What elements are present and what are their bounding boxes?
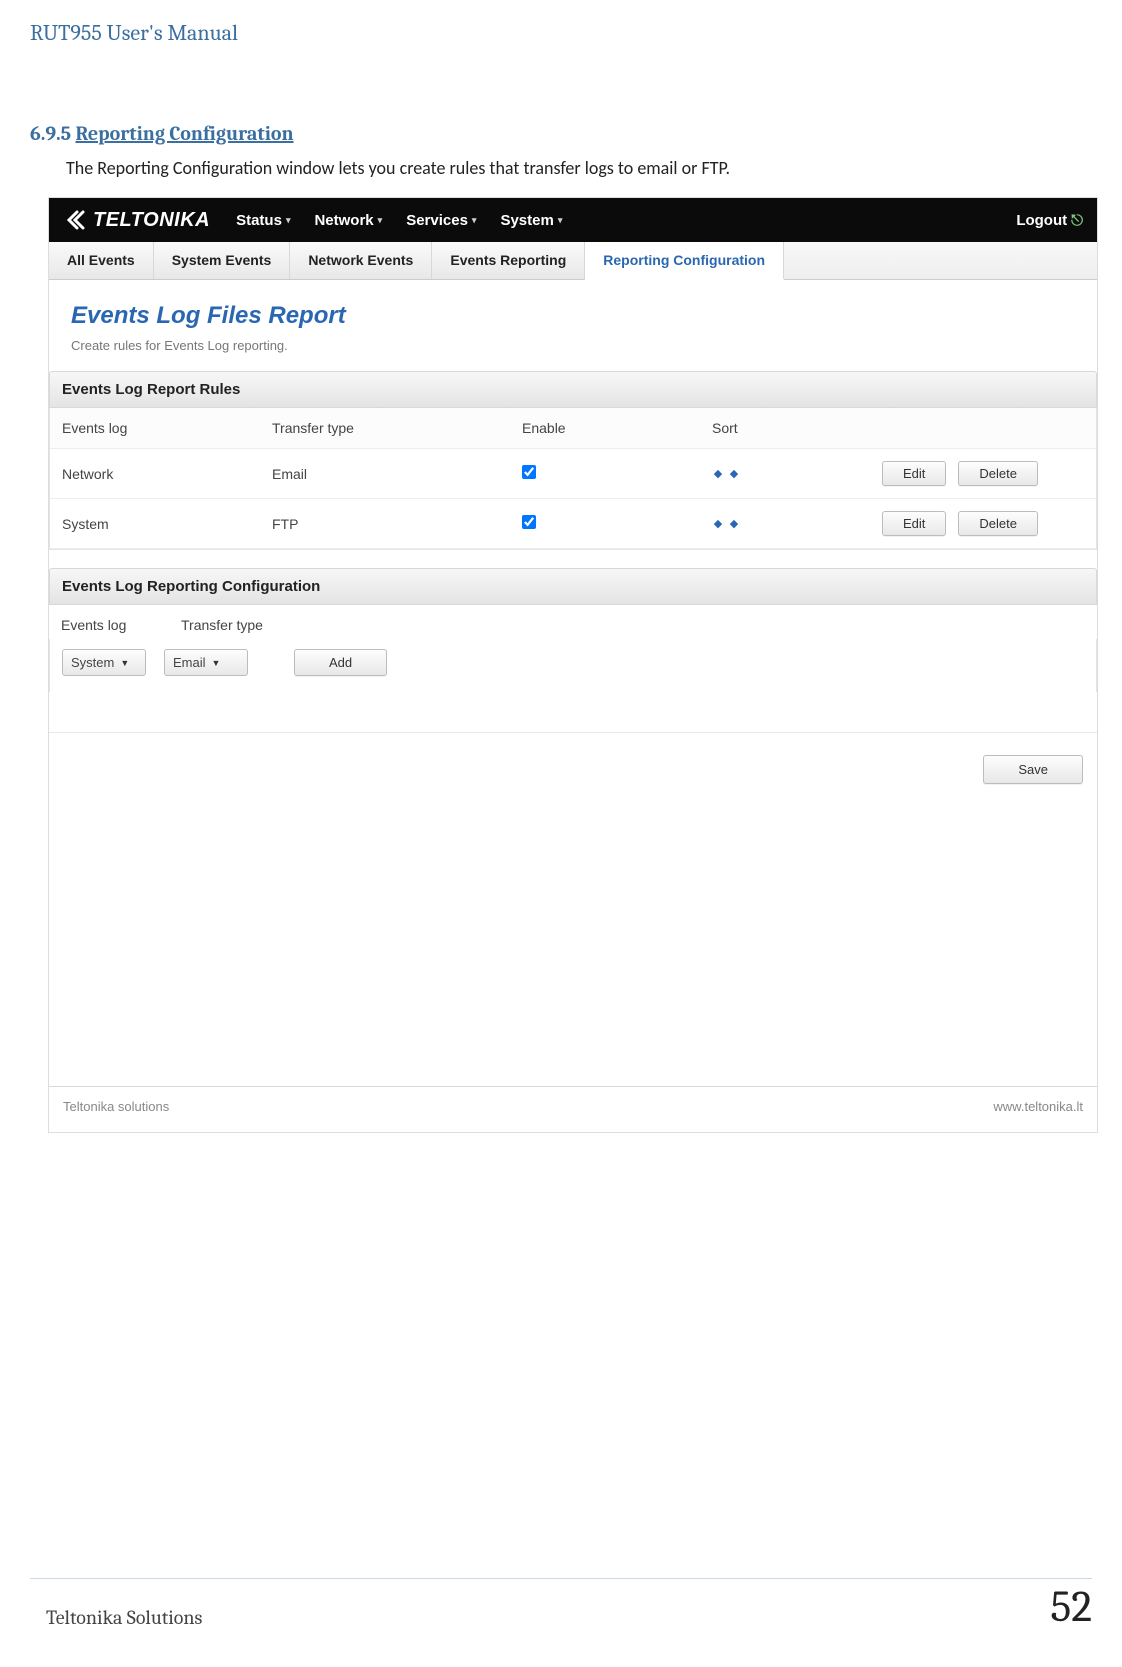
nav-label: Status	[236, 212, 282, 229]
enable-checkbox[interactable]	[522, 515, 536, 529]
tab-reporting-configuration[interactable]: Reporting Configuration	[585, 242, 784, 280]
tab-network-events[interactable]: Network Events	[290, 242, 432, 279]
config-section-header: Events Log Reporting Configuration	[49, 568, 1097, 605]
nav-label: Services	[406, 212, 468, 229]
edit-button[interactable]: Edit	[882, 461, 946, 486]
chevron-down-icon: ▾	[472, 215, 477, 226]
save-row: Save	[49, 732, 1097, 806]
brand-chevron-icon	[63, 208, 87, 232]
col-header-events: Events log	[62, 420, 272, 436]
save-button[interactable]: Save	[983, 755, 1083, 784]
nav-system[interactable]: System ▾	[500, 212, 562, 229]
tab-system-events[interactable]: System Events	[154, 242, 291, 279]
chevron-down-icon: ▾	[378, 215, 383, 226]
section-intro: The Reporting Configuration window lets …	[30, 149, 1092, 197]
screenshot-footer: Teltonika solutions www.teltonika.lt	[49, 1086, 1097, 1126]
sort-down-icon[interactable]: ◆	[728, 468, 740, 480]
add-button[interactable]: Add	[294, 649, 387, 676]
col-header-sort: Sort	[712, 420, 882, 436]
page-number: 52	[1050, 1585, 1092, 1629]
events-select[interactable]: System ▼	[62, 649, 146, 676]
tab-events-reporting[interactable]: Events Reporting	[432, 242, 585, 279]
top-nav: Status ▾ Network ▾ Services ▾ System ▾	[236, 212, 1016, 229]
tabs: All Events System Events Network Events …	[49, 242, 1097, 280]
table-row: System FTP ◆ ◆ Edit Delete	[50, 499, 1096, 549]
screenshot: TELTONIKA Status ▾ Network ▾ Services ▾ Sys…	[48, 197, 1098, 1133]
page-title: Events Log Files Report	[71, 302, 1075, 330]
nav-status[interactable]: Status ▾	[236, 212, 290, 229]
rules-header-row: Events log Transfer type Enable Sort	[50, 408, 1096, 449]
delete-button[interactable]: Delete	[958, 511, 1038, 536]
page-subtitle: Create rules for Events Log reporting.	[71, 338, 1075, 353]
nav-label: Network	[314, 212, 373, 229]
sort-up-icon[interactable]: ◆	[712, 518, 724, 530]
enable-checkbox[interactable]	[522, 465, 536, 479]
section-number: 6.9.5	[30, 122, 71, 145]
logout-label: Logout	[1016, 212, 1067, 229]
edit-button[interactable]: Edit	[882, 511, 946, 536]
footer-right: www.teltonika.lt	[993, 1099, 1083, 1114]
table-row: Network Email ◆ ◆ Edit Delete	[50, 449, 1096, 499]
doc-footer-left: Teltonika Solutions	[30, 1606, 202, 1629]
content: Events Log Files Report Create rules for…	[49, 280, 1097, 1132]
brand-text: TELTONIKA	[93, 209, 210, 232]
tab-all-events[interactable]: All Events	[49, 242, 154, 279]
delete-button[interactable]: Delete	[958, 461, 1038, 486]
logout-link[interactable]: Logout ⎋	[1016, 212, 1083, 229]
footer-left: Teltonika solutions	[63, 1099, 169, 1114]
cell-events: System	[62, 516, 272, 532]
cell-transfer: Email	[272, 466, 522, 482]
col-header-enable: Enable	[522, 420, 712, 436]
exit-icon: ⎋	[1071, 212, 1083, 229]
transfer-select-value: Email	[173, 655, 206, 670]
config-labels: Events log Transfer type	[49, 605, 1097, 639]
doc-header: RUT955 User's Manual	[30, 0, 1092, 52]
topbar: TELTONIKA Status ▾ Network ▾ Services ▾ Sys…	[49, 198, 1097, 242]
nav-label: System	[500, 212, 553, 229]
label-transfer: Transfer type	[181, 617, 321, 633]
rules-table: Events log Transfer type Enable Sort Net…	[49, 408, 1097, 550]
config-row: System ▼ Email ▼ Add	[49, 639, 1097, 692]
section-title: Reporting Configuration	[75, 122, 293, 145]
transfer-select[interactable]: Email ▼	[164, 649, 248, 676]
brand-logo[interactable]: TELTONIKA	[63, 208, 210, 232]
doc-footer: Teltonika Solutions 52	[30, 1578, 1092, 1629]
chevron-down-icon: ▾	[558, 215, 563, 226]
chevron-down-icon: ▼	[120, 658, 129, 668]
section-heading: 6.9.5 Reporting Configuration	[30, 52, 1092, 149]
chevron-down-icon: ▾	[286, 215, 291, 226]
sort-down-icon[interactable]: ◆	[728, 518, 740, 530]
nav-network[interactable]: Network ▾	[314, 212, 382, 229]
rules-section-header: Events Log Report Rules	[49, 371, 1097, 408]
cell-transfer: FTP	[272, 516, 522, 532]
label-events: Events log	[61, 617, 181, 633]
events-select-value: System	[71, 655, 114, 670]
nav-services[interactable]: Services ▾	[406, 212, 476, 229]
col-header-transfer: Transfer type	[272, 420, 522, 436]
sort-up-icon[interactable]: ◆	[712, 468, 724, 480]
chevron-down-icon: ▼	[212, 658, 221, 668]
cell-events: Network	[62, 466, 272, 482]
